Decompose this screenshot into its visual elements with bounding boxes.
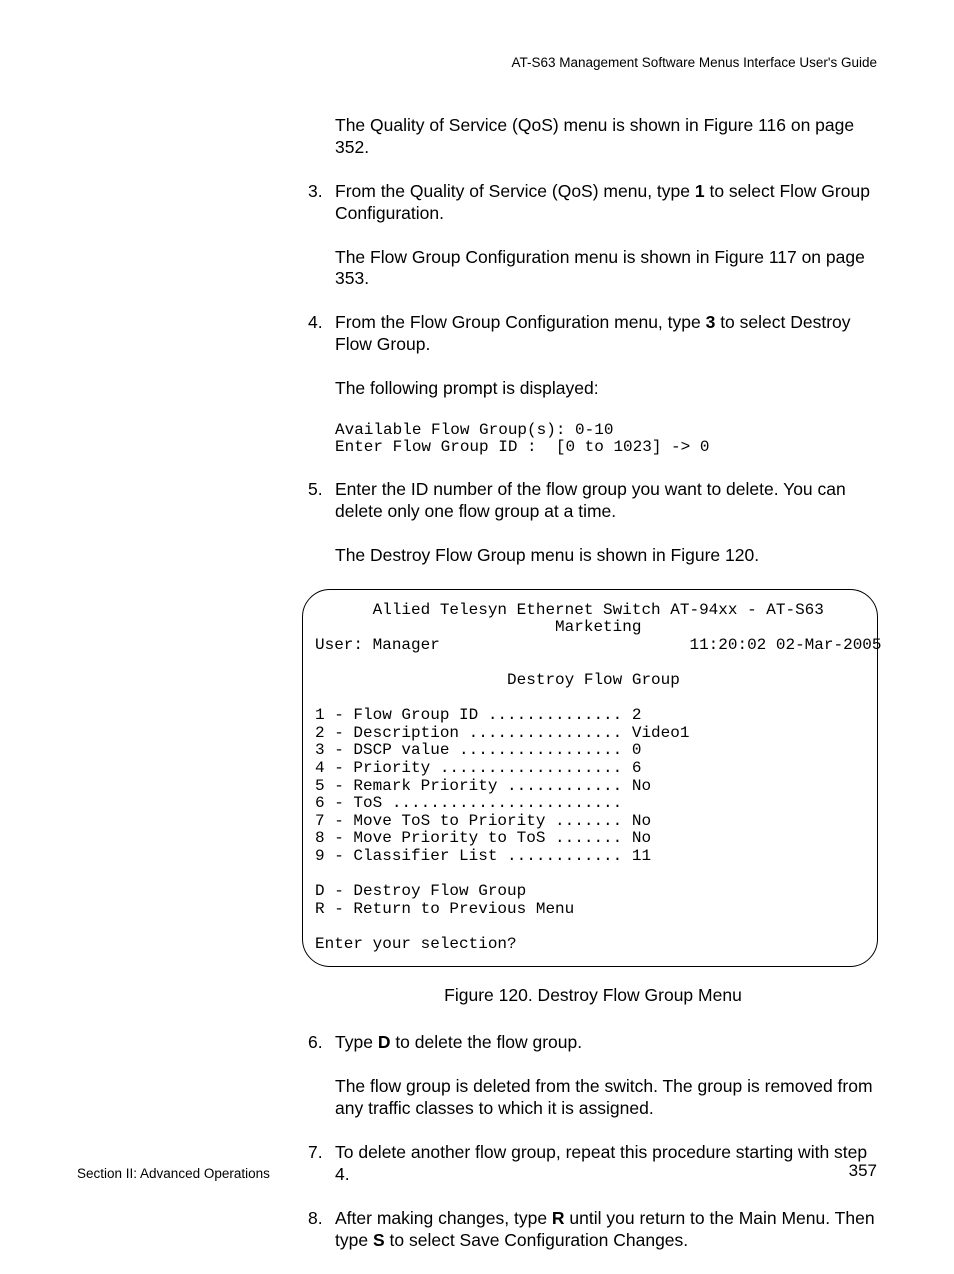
step-4: 4. From the Flow Group Configuration men… [308, 312, 878, 457]
text: to delete the flow group. [390, 1032, 582, 1052]
content-column: The Quality of Service (QoS) menu is sho… [308, 115, 878, 1274]
terminal-output: Allied Telesyn Ethernet Switch AT-94xx -… [315, 602, 865, 954]
text: After making changes, type [335, 1208, 552, 1228]
step-number: 8. [308, 1208, 323, 1230]
running-head: AT-S63 Management Software Menus Interfa… [511, 55, 877, 70]
figure-caption: Figure 120. Destroy Flow Group Menu [308, 985, 878, 1007]
text: From the Flow Group Configuration menu, … [335, 312, 706, 332]
footer-section-label: Section II: Advanced Operations [77, 1166, 270, 1181]
terminal-output-frame: Allied Telesyn Ethernet Switch AT-94xx -… [302, 589, 878, 967]
step-3-p2: The Flow Group Configuration menu is sho… [335, 247, 878, 291]
procedure-list: 3. From the Quality of Service (QoS) men… [308, 181, 878, 567]
step-number: 3. [308, 181, 323, 203]
step-5: 5. Enter the ID number of the flow group… [308, 479, 878, 567]
step-number: 7. [308, 1142, 323, 1164]
page-number: 357 [849, 1161, 877, 1181]
key-d: D [378, 1032, 391, 1052]
step-8-p1: After making changes, type R until you r… [335, 1208, 878, 1252]
text: Type [335, 1032, 378, 1052]
key-3: 3 [706, 312, 716, 332]
text: From the Quality of Service (QoS) menu, … [335, 181, 695, 201]
step-3: 3. From the Quality of Service (QoS) men… [308, 181, 878, 291]
page: AT-S63 Management Software Menus Interfa… [0, 0, 954, 1235]
text: to select Save Configuration Changes. [385, 1230, 689, 1250]
step-5-p1: Enter the ID number of the flow group yo… [335, 479, 878, 523]
step-4-p1: From the Flow Group Configuration menu, … [335, 312, 878, 356]
step-6: 6. Type D to delete the flow group. The … [308, 1032, 878, 1120]
key-r: R [552, 1208, 565, 1228]
step-6-p2: The flow group is deleted from the switc… [335, 1076, 878, 1120]
key-1: 1 [695, 181, 705, 201]
step-number: 5. [308, 479, 323, 501]
step-8: 8. After making changes, type R until yo… [308, 1208, 878, 1252]
step-number: 4. [308, 312, 323, 334]
step-number: 6. [308, 1032, 323, 1054]
step-7: 7. To delete another flow group, repeat … [308, 1142, 878, 1186]
intro-paragraph: The Quality of Service (QoS) menu is sho… [308, 115, 878, 159]
step-6-p1: Type D to delete the flow group. [335, 1032, 878, 1054]
procedure-list-continued: 6. Type D to delete the flow group. The … [308, 1032, 878, 1251]
step-4-p2: The following prompt is displayed: [335, 378, 878, 400]
step-5-p2: The Destroy Flow Group menu is shown in … [335, 545, 878, 567]
step-3-p1: From the Quality of Service (QoS) menu, … [335, 181, 878, 225]
step-7-p1: To delete another flow group, repeat thi… [335, 1142, 878, 1186]
key-s: S [373, 1230, 385, 1250]
prompt-code: Available Flow Group(s): 0-10 Enter Flow… [335, 422, 878, 457]
